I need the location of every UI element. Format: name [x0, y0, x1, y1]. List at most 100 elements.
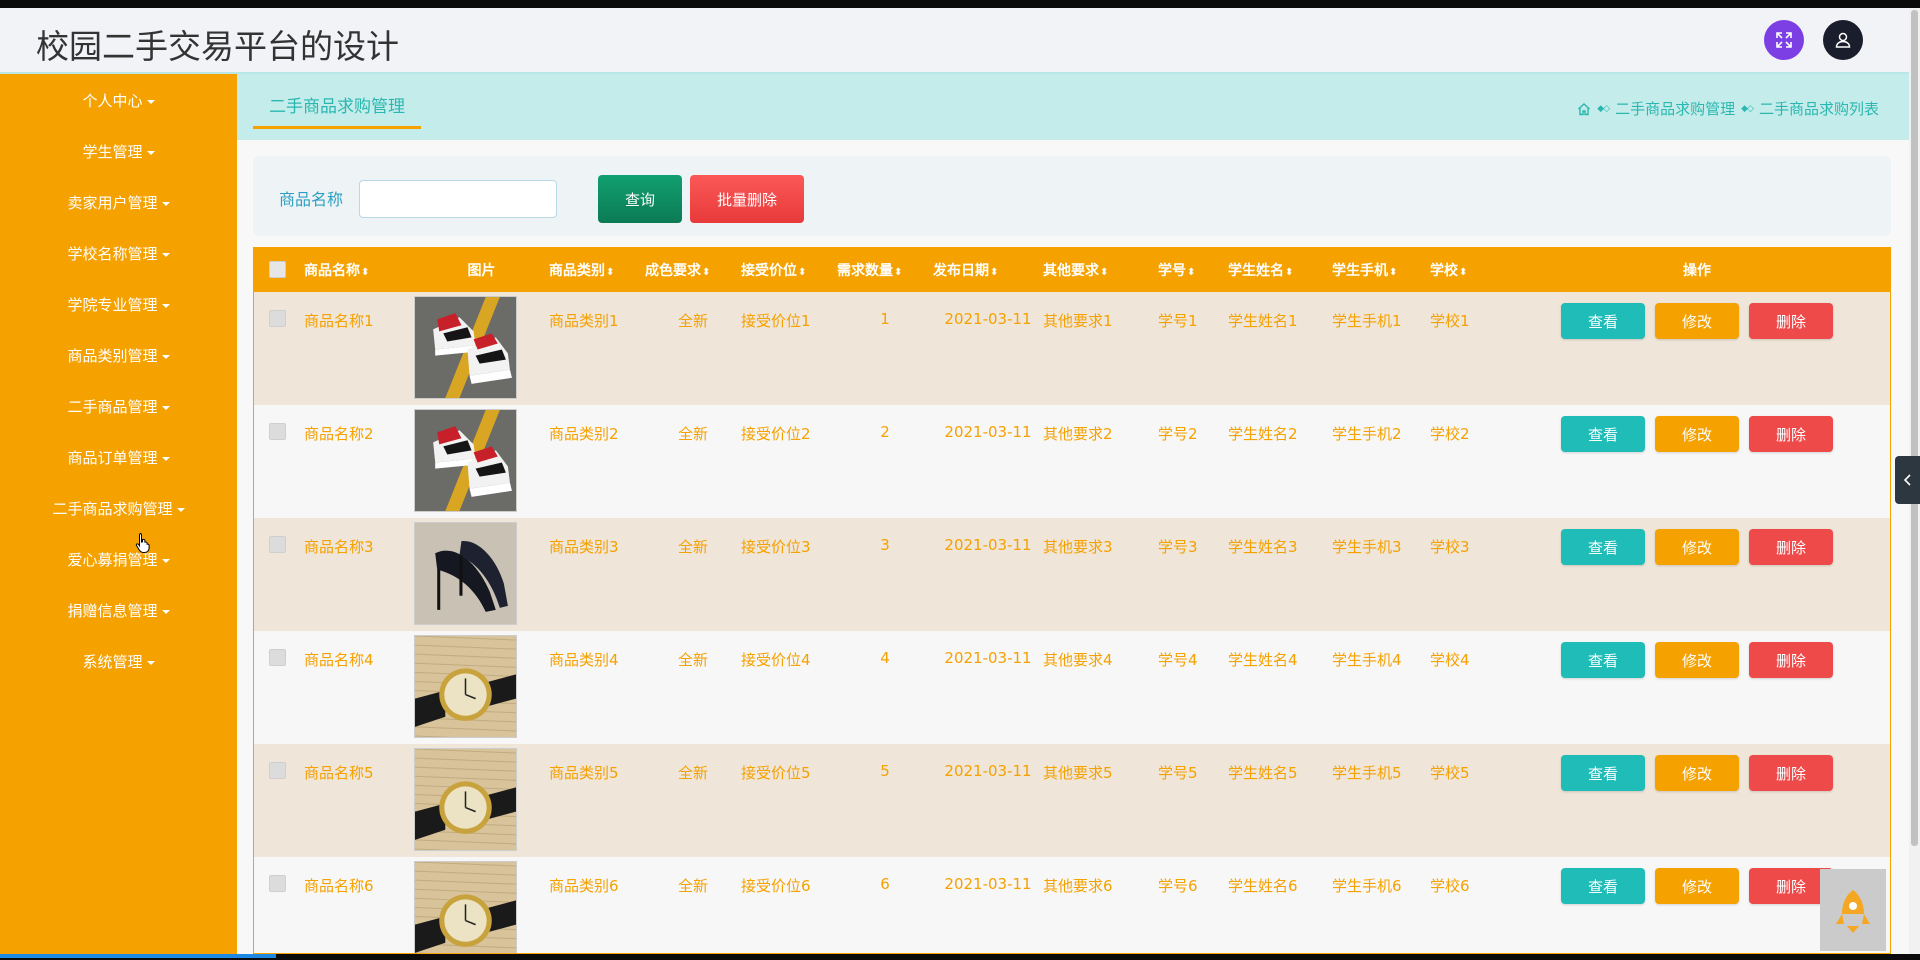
delete-button[interactable]: 删除 [1749, 529, 1833, 565]
query-button[interactable]: 查询 [598, 175, 682, 223]
sidebar-item-8[interactable]: 二手商品求购管理 [0, 484, 237, 535]
edit-button[interactable]: 修改 [1655, 529, 1739, 565]
fullscreen-button[interactable] [1764, 20, 1804, 60]
cell-phone: 学生手机6 [1332, 877, 1402, 895]
delete-button[interactable]: 删除 [1749, 303, 1833, 339]
column-header-5[interactable]: 需求数量⬍ [837, 248, 933, 292]
column-header-0[interactable]: 商品名称⬍ [304, 248, 414, 292]
delete-button[interactable]: 删除 [1749, 642, 1833, 678]
sort-icon[interactable]: ⬍ [894, 267, 902, 278]
cell-condition: 全新 [677, 651, 708, 669]
cell-category: 商品类别3 [549, 538, 619, 556]
column-header-11[interactable]: 学校⬍ [1430, 248, 1492, 292]
batch-delete-button[interactable]: 批量删除 [690, 175, 804, 223]
row-checkbox[interactable] [269, 649, 286, 666]
sidebar-item-9[interactable]: 爱心募捐管理 [0, 535, 237, 586]
cell-phone: 学生手机2 [1332, 425, 1402, 443]
table-row[interactable]: 商品名称3 商品类别3 全新 接受价位3 3 2021-03-11 其他要求3 学号3 学生姓名… [254, 518, 1890, 631]
edit-button[interactable]: 修改 [1655, 642, 1739, 678]
scrollbar-thumb[interactable] [1911, 10, 1918, 846]
select-all-cell [254, 248, 304, 292]
product-name-search-input[interactable] [359, 180, 557, 218]
edit-button[interactable]: 修改 [1655, 303, 1739, 339]
column-header-label: 接受价位 [741, 263, 797, 279]
sidebar-item-3[interactable]: 学校名称管理 [0, 229, 237, 280]
sort-icon[interactable]: ⬍ [1100, 267, 1108, 278]
back-to-top-button[interactable] [1820, 869, 1886, 951]
row-checkbox[interactable] [269, 536, 286, 553]
view-button[interactable]: 查看 [1561, 868, 1645, 904]
row-checkbox[interactable] [269, 310, 286, 327]
column-header-8[interactable]: 学号⬍ [1158, 248, 1228, 292]
sort-icon[interactable]: ⬍ [1459, 267, 1467, 278]
column-header-2[interactable]: 商品类别⬍ [549, 248, 645, 292]
column-header-10[interactable]: 学生手机⬍ [1332, 248, 1430, 292]
view-button[interactable]: 查看 [1561, 303, 1645, 339]
sidebar-item-11[interactable]: 系统管理 [0, 637, 237, 688]
cell-phone: 学生手机5 [1332, 764, 1402, 782]
cell-price: 接受价位1 [741, 312, 811, 330]
product-image[interactable] [414, 748, 517, 851]
user-menu-button[interactable] [1823, 20, 1863, 60]
row-checkbox[interactable] [269, 762, 286, 779]
cell-category: 商品类别1 [549, 312, 619, 330]
sort-icon[interactable]: ⬍ [606, 267, 614, 278]
column-header-4[interactable]: 接受价位⬍ [741, 248, 837, 292]
row-checkbox[interactable] [269, 875, 286, 892]
sidebar-item-label: 学校名称管理 [67, 245, 158, 263]
sort-icon[interactable]: ⬍ [1187, 267, 1195, 278]
column-header-3[interactable]: 成色要求⬍ [645, 248, 741, 292]
sidebar-item-7[interactable]: 商品订单管理 [0, 433, 237, 484]
row-select-cell [254, 857, 304, 953]
table-row[interactable]: 商品名称4 商品类别4 全新 接受价位4 4 2021-03-11 其他要求4 学号4 学生姓名… [254, 631, 1890, 744]
table-row[interactable]: 商品名称5 商品类别5 全新 接受价位5 5 2021-03-11 其他要求5 学号5 学生姓名… [254, 744, 1890, 857]
tab-qiugou-management[interactable]: 二手商品求购管理 [253, 74, 421, 129]
sidebar-item-10[interactable]: 捐赠信息管理 [0, 586, 237, 637]
collapse-panel-button[interactable] [1895, 456, 1920, 504]
sort-icon[interactable]: ⬍ [702, 267, 710, 278]
edit-button[interactable]: 修改 [1655, 868, 1739, 904]
caret-down-icon [161, 456, 170, 461]
row-actions-cell: 查看 修改 删除 [1492, 744, 1890, 857]
cell-quantity: 2 [880, 423, 890, 441]
sidebar: 个人中心 学生管理 卖家用户管理学校名称管理学院专业管理 商品类别管理 二手商品管理 商品… [0, 74, 237, 954]
view-button[interactable]: 查看 [1561, 642, 1645, 678]
sort-icon[interactable]: ⬍ [1285, 267, 1293, 278]
sidebar-item-6[interactable]: 二手商品管理 [0, 382, 237, 433]
product-image[interactable] [414, 635, 517, 738]
cell-category: 商品类别6 [549, 877, 619, 895]
table-row[interactable]: 商品名称2 商品类别2 全新 接受价位2 2 2021-03-11 其他要求2 学号2 学生姓名… [254, 405, 1890, 518]
table-row[interactable]: 商品名称1 商品类别1 全新 接受价位1 1 2021-03-11 其他要求1 学号1 学生姓名… [254, 292, 1890, 405]
select-all-checkbox[interactable] [269, 260, 286, 278]
sidebar-item-0[interactable]: 个人中心 [0, 76, 237, 127]
caret-down-icon [161, 405, 170, 410]
row-checkbox[interactable] [269, 423, 286, 440]
product-image[interactable] [414, 296, 517, 399]
sidebar-item-2[interactable]: 卖家用户管理 [0, 178, 237, 229]
view-button[interactable]: 查看 [1561, 755, 1645, 791]
view-button[interactable]: 查看 [1561, 416, 1645, 452]
sidebar-item-5[interactable]: 商品类别管理 [0, 331, 237, 382]
sidebar-item-1[interactable]: 学生管理 [0, 127, 237, 178]
product-image[interactable] [414, 409, 517, 512]
view-button[interactable]: 查看 [1561, 529, 1645, 565]
table-row[interactable]: 商品名称6 商品类别6 全新 接受价位6 6 2021-03-11 其他要求6 学号6 学生姓名… [254, 857, 1890, 953]
breadcrumb-level1[interactable]: 二手商品求购管理 [1615, 98, 1735, 119]
delete-button[interactable]: 删除 [1749, 416, 1833, 452]
column-header-6[interactable]: 发布日期⬍ [933, 248, 1043, 292]
product-image[interactable] [414, 861, 517, 953]
sort-icon[interactable]: ⬍ [990, 267, 998, 278]
cell-school: 学校1 [1430, 312, 1470, 330]
product-image[interactable] [414, 522, 517, 625]
delete-button[interactable]: 删除 [1749, 755, 1833, 791]
sidebar-item-4[interactable]: 学院专业管理 [0, 280, 237, 331]
sort-icon[interactable]: ⬍ [361, 267, 369, 278]
column-header-9[interactable]: 学生姓名⬍ [1228, 248, 1332, 292]
home-icon[interactable] [1577, 102, 1591, 116]
column-header-7[interactable]: 其他要求⬍ [1043, 248, 1158, 292]
edit-button[interactable]: 修改 [1655, 755, 1739, 791]
edit-button[interactable]: 修改 [1655, 416, 1739, 452]
sort-icon[interactable]: ⬍ [1389, 267, 1397, 278]
sort-icon[interactable]: ⬍ [798, 267, 806, 278]
table-body: 商品名称1 商品类别1 全新 接受价位1 1 2021-03-11 其他要求1 学号1 学生姓名… [254, 292, 1890, 953]
